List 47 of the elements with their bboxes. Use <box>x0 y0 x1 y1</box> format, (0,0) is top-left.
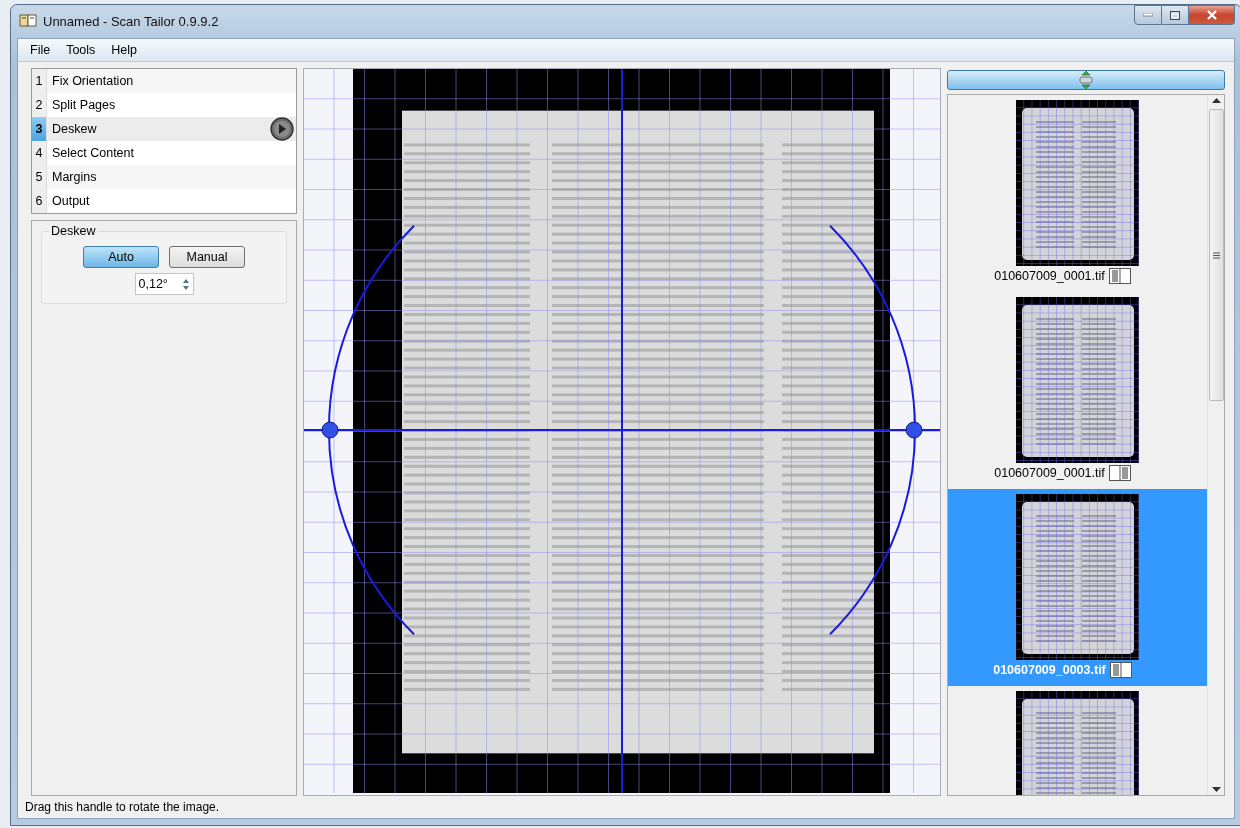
mode-button[interactable]: Manual <box>169 246 245 268</box>
close-icon <box>1205 10 1218 20</box>
file-name: 010607009_0003.tif <box>993 663 1106 677</box>
rotate-handle[interactable] <box>321 421 339 439</box>
stage-number: 2 <box>32 93 47 117</box>
file-name: 010607009_0001.tif <box>994 466 1105 480</box>
mode-button[interactable]: Auto <box>83 246 159 268</box>
stage-item[interactable]: 2 Split Pages <box>32 93 296 117</box>
menu-item[interactable]: File <box>22 43 59 57</box>
maximize-button[interactable] <box>1162 5 1189 25</box>
stage-number: 6 <box>32 189 47 213</box>
stage-label: Output <box>52 194 90 208</box>
stage-label: Split Pages <box>52 98 116 112</box>
file-name: 010607009_0001.tif <box>994 269 1105 283</box>
stage-item[interactable]: 4 Select Content <box>32 141 296 165</box>
stage-item[interactable]: 6 Output <box>32 189 296 213</box>
thumbnail-item[interactable]: 010607009_0001.tif <box>948 95 1207 292</box>
stage-label: Deskew <box>52 122 97 136</box>
menu-item[interactable]: Tools <box>58 43 104 57</box>
rotate-handle[interactable] <box>905 421 923 439</box>
minimize-button[interactable] <box>1134 5 1162 25</box>
stage-number: 5 <box>32 165 47 189</box>
grip-icon <box>1212 251 1220 259</box>
angle-spinbox[interactable]: 0,12° <box>134 273 194 295</box>
double-arrow-icon <box>1078 71 1094 89</box>
window-title: Unnamed - Scan Tailor 0.9.9.2 <box>43 14 220 29</box>
maximize-icon <box>1170 10 1180 20</box>
scrollbar-thumb[interactable] <box>1208 109 1224 401</box>
group-title: Deskew <box>49 224 98 238</box>
status-text: Drag this handle to rotate the image. <box>25 800 220 814</box>
toolbar-button[interactable] <box>947 70 1225 90</box>
stage-number: 4 <box>32 141 47 165</box>
play-icon[interactable] <box>270 117 294 141</box>
minimize-icon <box>1143 13 1153 17</box>
stage-item[interactable]: 3 Deskew <box>32 117 296 141</box>
stage-item[interactable]: 5 Margins <box>32 165 296 189</box>
stage-label: Select Content <box>52 146 134 160</box>
scroll-down-icon[interactable] <box>1211 787 1221 792</box>
stage-item[interactable]: 1 Fix Orientation <box>32 69 296 93</box>
close-button[interactable] <box>1189 5 1235 25</box>
stage-label: Margins <box>52 170 97 184</box>
stage-number: 1 <box>32 69 47 93</box>
stage-label: Fix Orientation <box>52 74 134 88</box>
menu-item[interactable]: Help <box>103 43 146 57</box>
stage-number: 3 <box>32 117 47 141</box>
thumbnail-item[interactable]: 010607009_0001.tif <box>948 292 1207 489</box>
scroll-up-icon[interactable] <box>1211 98 1221 103</box>
